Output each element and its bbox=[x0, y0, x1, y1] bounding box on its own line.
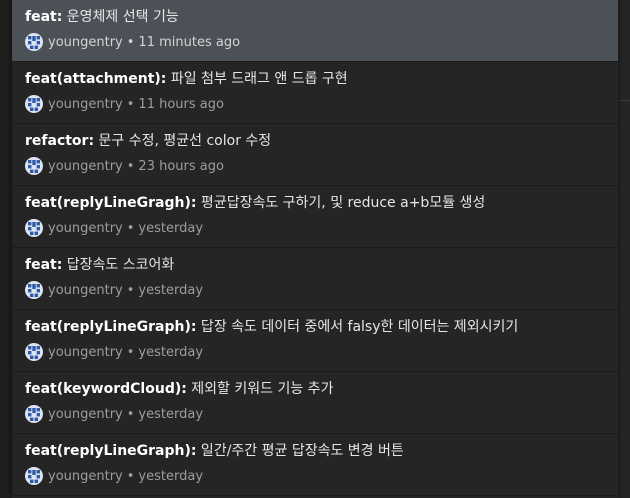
commit-summary: 파일 첨부 드래그 앤 드롭 구현 bbox=[166, 71, 348, 87]
commit-item[interactable]: feat(replyLineGraph): 답장 속도 데이터 중에서 fals… bbox=[12, 310, 618, 372]
commit-item[interactable]: feat: 답장속도 스코어화 youngentry • yesterday bbox=[12, 248, 618, 310]
commit-meta: youngentry • yesterday bbox=[25, 219, 203, 237]
commit-type: feat(replyLineGragh): bbox=[25, 195, 197, 211]
commit-meta: youngentry • yesterday bbox=[25, 343, 203, 361]
commit-history-list: feat: 운영체제 선택 기능 youngentry • 11 minutes a… bbox=[12, 0, 618, 498]
commit-meta: youngentry • 23 hours ago bbox=[25, 157, 224, 175]
commit-type: feat: bbox=[25, 257, 63, 273]
commit-time: yesterday bbox=[138, 468, 204, 484]
commit-message: feat(keywordCloud): 제외할 키워드 기능 추가 bbox=[25, 379, 333, 399]
commit-time: 11 hours ago bbox=[138, 96, 224, 112]
meta-separator: • bbox=[126, 34, 135, 50]
commit-message: feat: 답장속도 스코어화 bbox=[25, 255, 174, 275]
commit-time: 11 minutes ago bbox=[138, 34, 241, 50]
commit-type: feat(replyLineGraph): bbox=[25, 443, 197, 459]
avatar-identicon-icon bbox=[25, 343, 43, 361]
avatar-identicon-icon bbox=[25, 281, 43, 299]
commit-message: feat(replyLineGragh): 평균답장속도 구하기, 및 redu… bbox=[25, 193, 485, 213]
commit-summary: 운영체제 선택 기능 bbox=[62, 9, 179, 25]
commit-summary: 제외할 키워드 기능 추가 bbox=[186, 381, 334, 397]
commit-time: 23 hours ago bbox=[138, 158, 224, 174]
avatar-identicon-icon bbox=[25, 95, 43, 113]
commit-type: feat(replyLineGraph): bbox=[25, 319, 197, 335]
commit-message: feat: 운영체제 선택 기능 bbox=[25, 7, 179, 27]
avatar-identicon-icon bbox=[25, 219, 43, 237]
commit-meta: youngentry • yesterday bbox=[25, 405, 203, 423]
commit-author: youngentry bbox=[48, 34, 123, 50]
editor-background-left bbox=[0, 0, 12, 498]
commit-type: feat(attachment): bbox=[25, 71, 167, 87]
commit-item[interactable]: refactor: 문구 수정, 평균선 color 수정 youngentry… bbox=[12, 124, 618, 186]
avatar-identicon-icon bbox=[25, 405, 43, 423]
meta-separator: • bbox=[126, 96, 135, 112]
commit-message: feat(replyLineGraph): 일간/주간 평균 답장속도 변경 버… bbox=[25, 441, 404, 461]
editor-background-right bbox=[618, 0, 630, 498]
commit-author: youngentry bbox=[48, 282, 123, 298]
meta-separator: • bbox=[126, 344, 135, 360]
commit-author: youngentry bbox=[48, 96, 123, 112]
commit-time: yesterday bbox=[138, 406, 204, 422]
commit-time: yesterday bbox=[138, 220, 204, 236]
commit-message: feat(attachment): 파일 첨부 드래그 앤 드롭 구현 bbox=[25, 69, 348, 89]
meta-separator: • bbox=[126, 158, 135, 174]
commit-item[interactable]: feat(replyLineGraph): 일간/주간 평균 답장속도 변경 버… bbox=[12, 434, 618, 496]
commit-time: yesterday bbox=[138, 344, 204, 360]
commit-author: youngentry bbox=[48, 468, 123, 484]
commit-meta: youngentry • yesterday bbox=[25, 281, 203, 299]
commit-meta: youngentry • 11 minutes ago bbox=[25, 33, 240, 51]
commit-summary: 답장 속도 데이터 중에서 falsy한 데이터는 제외시키기 bbox=[196, 319, 519, 335]
meta-separator: • bbox=[126, 468, 135, 484]
commit-message: refactor: 문구 수정, 평균선 color 수정 bbox=[25, 131, 271, 151]
commit-summary: 문구 수정, 평균선 color 수정 bbox=[94, 133, 272, 149]
commit-item[interactable]: feat(replyLineGragh): 평균답장속도 구하기, 및 redu… bbox=[12, 186, 618, 248]
commit-type: feat: bbox=[25, 9, 63, 25]
meta-separator: • bbox=[126, 220, 135, 236]
meta-separator: • bbox=[126, 406, 135, 422]
commit-time: yesterday bbox=[138, 282, 204, 298]
commit-type: refactor: bbox=[25, 133, 95, 149]
commit-author: youngentry bbox=[48, 406, 123, 422]
commit-meta: youngentry • yesterday bbox=[25, 467, 203, 485]
commit-author: youngentry bbox=[48, 158, 123, 174]
commit-summary: 일간/주간 평균 답장속도 변경 버튼 bbox=[196, 443, 404, 459]
commit-summary: 답장속도 스코어화 bbox=[62, 257, 175, 273]
meta-separator: • bbox=[126, 282, 135, 298]
commit-message: feat(replyLineGraph): 답장 속도 데이터 중에서 fals… bbox=[25, 317, 518, 337]
commit-author: youngentry bbox=[48, 344, 123, 360]
commit-item[interactable]: feat(keywordCloud): 제외할 키워드 기능 추가 younge… bbox=[12, 372, 618, 434]
avatar-identicon-icon bbox=[25, 157, 43, 175]
commit-item[interactable]: feat: 운영체제 선택 기능 youngentry • 11 minutes a… bbox=[12, 0, 618, 62]
commit-summary: 평균답장속도 구하기, 및 reduce a+b모듈 생성 bbox=[196, 195, 486, 211]
commit-item[interactable]: feat(attachment): 파일 첨부 드래그 앤 드롭 구현 youn… bbox=[12, 62, 618, 124]
commit-author: youngentry bbox=[48, 220, 123, 236]
avatar-identicon-icon bbox=[25, 467, 43, 485]
commit-meta: youngentry • 11 hours ago bbox=[25, 95, 224, 113]
avatar-identicon-icon bbox=[25, 33, 43, 51]
commit-type: feat(keywordCloud): bbox=[25, 381, 187, 397]
